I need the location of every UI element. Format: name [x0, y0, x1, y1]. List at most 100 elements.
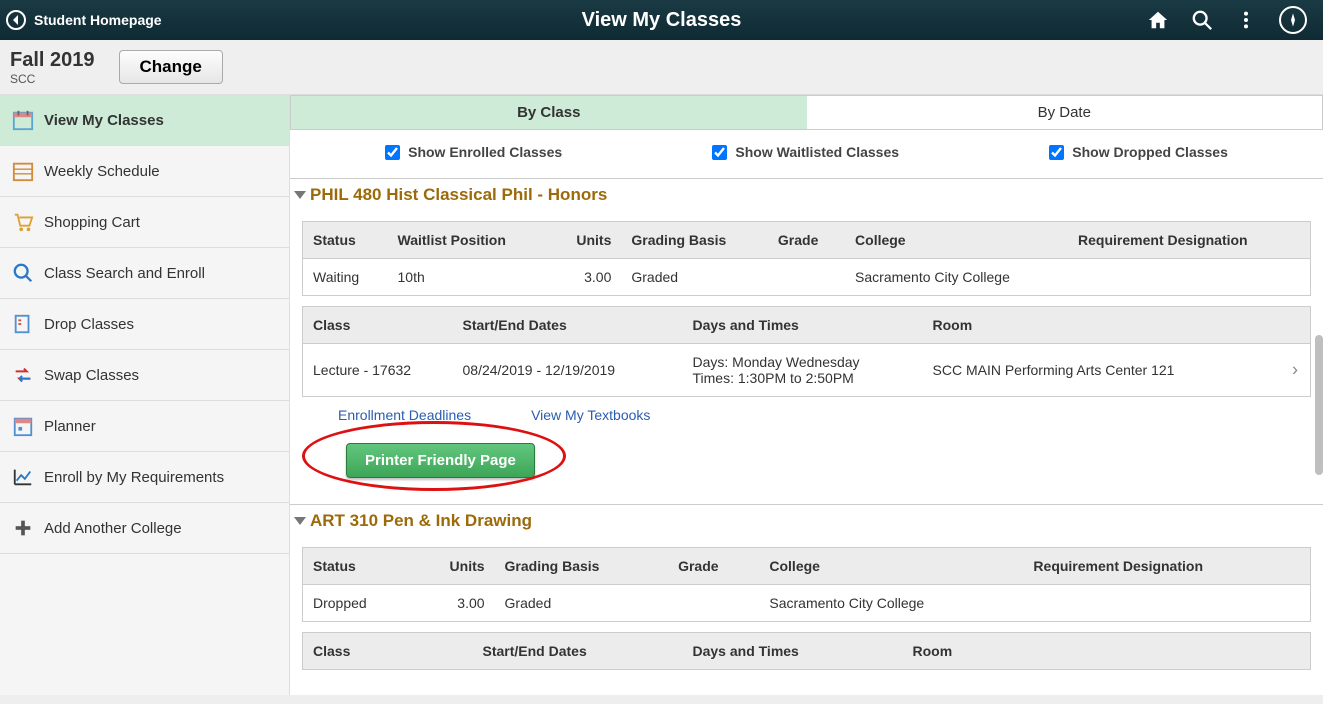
schedule-row[interactable]: Lecture - 17632 08/24/2019 - 12/19/2019 … — [303, 344, 1311, 397]
table-row: Dropped 3.00 Graded Sacramento City Coll… — [303, 585, 1311, 622]
col-grade: Grade — [768, 222, 845, 259]
search-icon — [12, 262, 34, 284]
col-waitlist: Waitlist Position — [388, 222, 552, 259]
cell-units: 3.00 — [551, 259, 621, 296]
status-table: Status Units Grading Basis Grade College… — [302, 547, 1311, 622]
sidebar-item-label: View My Classes — [44, 112, 164, 129]
swap-icon — [12, 364, 34, 386]
cell-status: Waiting — [303, 259, 388, 296]
chevron-left-icon — [6, 10, 26, 30]
cell-grade — [668, 585, 759, 622]
home-icon[interactable] — [1147, 9, 1169, 31]
cell-status: Dropped — [303, 585, 415, 622]
printer-friendly-button[interactable]: Printer Friendly Page — [346, 443, 535, 478]
content-area: By Class By Date Show Enrolled Classes S… — [290, 95, 1323, 695]
sidebar-item-enroll-requirements[interactable]: Enroll by My Requirements — [0, 452, 289, 503]
cell-class: Lecture - 17632 — [303, 344, 453, 397]
search-icon[interactable] — [1191, 9, 1213, 31]
triangle-down-icon — [294, 191, 306, 199]
col-days: Days and Times — [683, 307, 923, 344]
sidebar-item-shopping-cart[interactable]: Shopping Cart — [0, 197, 289, 248]
checkbox-dropped[interactable] — [1049, 145, 1064, 160]
sidebar-item-weekly-schedule[interactable]: Weekly Schedule — [0, 146, 289, 197]
cell-dates: 08/24/2019 - 12/19/2019 — [453, 344, 683, 397]
sidebar-item-planner[interactable]: Planner — [0, 401, 289, 452]
days-line: Days: Monday Wednesday — [693, 354, 913, 370]
check-label: Show Dropped Classes — [1072, 144, 1228, 160]
planner-icon — [12, 415, 34, 437]
times-line: Times: 1:30PM to 2:50PM — [693, 370, 913, 386]
term-block: Fall 2019 SCC — [10, 48, 95, 86]
sidebar-item-label: Drop Classes — [44, 316, 134, 333]
course-title-text: ART 310 Pen & Ink Drawing — [310, 511, 532, 531]
cell-reqdes — [1068, 259, 1310, 296]
cell-days: Days: Monday Wednesday Times: 1:30PM to … — [683, 344, 923, 397]
sidebar-item-label: Class Search and Enroll — [44, 265, 205, 282]
sidebar-item-label: Swap Classes — [44, 367, 139, 384]
col-grading: Grading Basis — [621, 222, 768, 259]
col-days: Days and Times — [683, 633, 903, 670]
course-block: ART 310 Pen & Ink Drawing Status Units G… — [290, 504, 1323, 670]
back-button[interactable]: Student Homepage — [0, 0, 174, 40]
top-bar-actions — [1147, 6, 1323, 34]
col-grade: Grade — [668, 548, 759, 585]
sidebar-item-label: Shopping Cart — [44, 214, 140, 231]
col-reqdes: Requirement Designation — [1023, 548, 1310, 585]
cell-grading: Graded — [495, 585, 669, 622]
course-links: Enrollment Deadlines View My Textbooks — [338, 407, 1323, 433]
course-title-toggle[interactable]: ART 310 Pen & Ink Drawing — [290, 505, 1323, 537]
cell-college: Sacramento City College — [845, 259, 1068, 296]
tab-by-date[interactable]: By Date — [807, 96, 1323, 129]
drop-icon — [12, 313, 34, 335]
sidebar-item-label: Enroll by My Requirements — [44, 469, 224, 486]
chart-icon — [12, 466, 34, 488]
sidebar-item-drop-classes[interactable]: Drop Classes — [0, 299, 289, 350]
cell-grade — [768, 259, 845, 296]
sidebar: View My Classes Weekly Schedule Shopping… — [0, 95, 290, 695]
sidebar-item-swap-classes[interactable]: Swap Classes — [0, 350, 289, 401]
table-row: Waiting 10th 3.00 Graded Sacramento City… — [303, 259, 1311, 296]
course-title-toggle[interactable]: PHIL 480 Hist Classical Phil - Honors — [290, 179, 1323, 211]
sidebar-item-class-search[interactable]: Class Search and Enroll — [0, 248, 289, 299]
checkbox-waitlisted[interactable] — [712, 145, 727, 160]
check-show-waitlisted[interactable]: Show Waitlisted Classes — [712, 144, 899, 160]
sidebar-item-view-my-classes[interactable]: View My Classes — [0, 95, 289, 146]
col-grading: Grading Basis — [495, 548, 669, 585]
schedule-table: Class Start/End Dates Days and Times Roo… — [302, 632, 1311, 670]
check-show-enrolled[interactable]: Show Enrolled Classes — [385, 144, 562, 160]
cell-reqdes — [1023, 585, 1310, 622]
col-room: Room — [923, 307, 1311, 344]
status-table: Status Waitlist Position Units Grading B… — [302, 221, 1311, 296]
cart-icon — [12, 211, 34, 233]
course-block: PHIL 480 Hist Classical Phil - Honors St… — [290, 178, 1323, 478]
term-college-short: SCC — [10, 72, 95, 86]
sidebar-item-add-college[interactable]: Add Another College — [0, 503, 289, 554]
compass-icon[interactable] — [1279, 6, 1307, 34]
scrollbar[interactable] — [1315, 335, 1323, 475]
col-class: Class — [303, 633, 473, 670]
page-title: View My Classes — [0, 9, 1323, 32]
filter-row: Show Enrolled Classes Show Waitlisted Cl… — [290, 130, 1323, 178]
tab-by-class[interactable]: By Class — [291, 96, 807, 129]
col-reqdes: Requirement Designation — [1068, 222, 1310, 259]
check-show-dropped[interactable]: Show Dropped Classes — [1049, 144, 1228, 160]
change-term-button[interactable]: Change — [119, 50, 223, 84]
checkbox-enrolled[interactable] — [385, 145, 400, 160]
cell-college: Sacramento City College — [759, 585, 1023, 622]
col-dates: Start/End Dates — [473, 633, 683, 670]
enrollment-deadlines-link[interactable]: Enrollment Deadlines — [338, 407, 471, 423]
schedule-icon — [12, 160, 34, 182]
course-title-text: PHIL 480 Hist Classical Phil - Honors — [310, 185, 607, 205]
plus-icon — [12, 517, 34, 539]
schedule-table: Class Start/End Dates Days and Times Roo… — [302, 306, 1311, 397]
view-textbooks-link[interactable]: View My Textbooks — [531, 407, 650, 423]
back-label: Student Homepage — [34, 12, 162, 28]
check-label: Show Enrolled Classes — [408, 144, 562, 160]
chevron-right-icon: › — [1292, 360, 1298, 381]
view-tabs: By Class By Date — [290, 95, 1323, 130]
kebab-menu-icon[interactable] — [1235, 9, 1257, 31]
sidebar-item-label: Planner — [44, 418, 96, 435]
calendar-icon — [12, 109, 34, 131]
cell-units: 3.00 — [415, 585, 495, 622]
triangle-down-icon — [294, 517, 306, 525]
